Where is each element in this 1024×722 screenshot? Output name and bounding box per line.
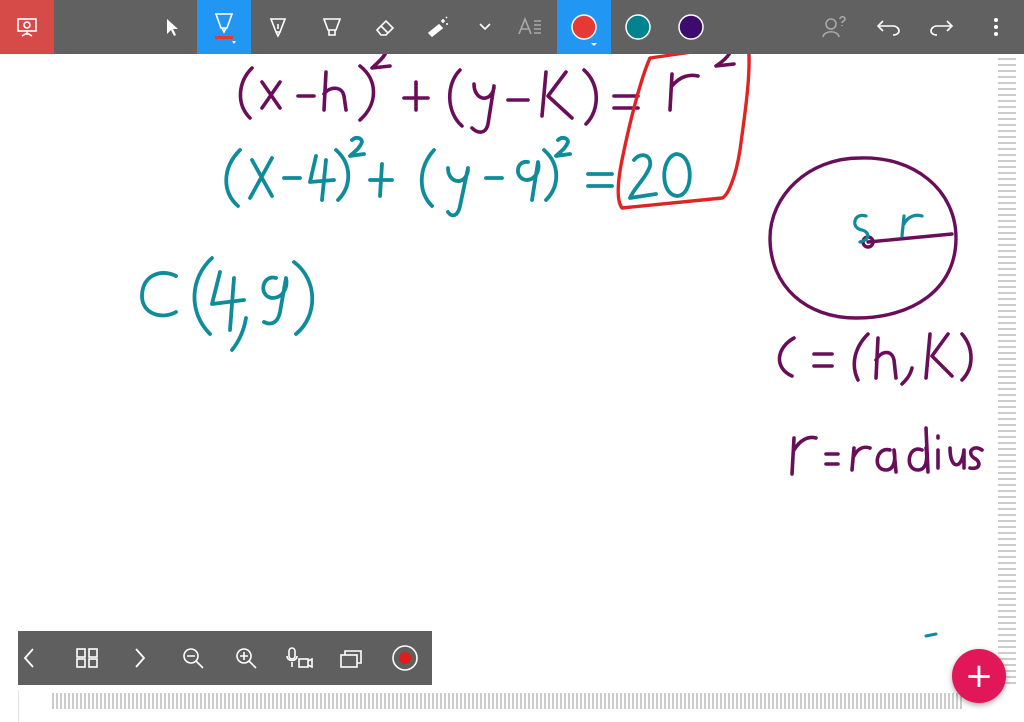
add-icon: + [964,656,994,696]
page-grid-icon [75,648,98,668]
color-red-icon [571,14,597,46]
more-vertical-icon [994,18,998,36]
ink-stray-mark [924,632,938,638]
color-red-swatch[interactable] [557,0,611,54]
audio-video-record-button[interactable] [272,631,325,685]
presenter-icon [17,18,37,37]
redo-icon [930,20,954,36]
text-icon [518,16,541,35]
record-button-icon [391,645,418,671]
bottom-page-bar [18,631,432,685]
laser-pointer-icon [427,16,448,38]
eraser-icon [375,19,395,36]
ink-circle-diagram [768,156,958,320]
undo-button[interactable] [866,0,910,54]
add-page-button[interactable]: + [952,649,1006,703]
text-tool-button[interactable] [510,0,550,54]
more-options-button[interactable] [978,0,1014,54]
copy-pages-icon [339,650,362,668]
next-page-icon [134,648,145,668]
top-toolbar [0,0,1024,54]
laser-pointer-tool-button[interactable] [418,0,458,54]
record-button[interactable] [378,631,431,685]
next-page-button[interactable] [113,631,166,685]
ink-radius-definition [790,426,984,476]
ink-center-point [140,256,315,352]
zoom-out-icon [182,648,204,669]
marker-tool-button[interactable] [312,0,352,54]
page-grid-button[interactable] [60,631,113,685]
previous-page-icon [23,648,34,668]
presenter-button[interactable] [0,0,54,54]
user-help-icon [822,15,846,38]
eraser-tool-button[interactable] [365,0,405,54]
user-help-button[interactable] [812,0,856,54]
zoom-in-icon [235,648,257,669]
fountain-pen-tool-button[interactable] [258,0,298,54]
ink-center-definition [777,332,973,386]
select-icon [167,19,178,36]
previous-page-button[interactable] [18,631,40,685]
color-purple-icon [678,14,704,40]
more-tools-button[interactable] [472,0,498,54]
chevron-down-icon [479,23,491,31]
color-teal-swatch[interactable] [616,0,660,54]
ink-layer [140,40,984,638]
color-purple-swatch[interactable] [669,0,713,54]
copy-pages-button[interactable] [325,631,378,685]
audio-video-record-icon [285,647,313,669]
color-teal-icon [625,14,651,40]
zoom-in-button[interactable] [219,631,272,685]
zoom-out-button[interactable] [166,631,219,685]
marker-icon [322,18,342,36]
redo-button[interactable] [920,0,964,54]
fountain-pen-icon [269,18,287,38]
highlighter-pen-icon [214,13,236,44]
undo-icon [876,20,900,36]
select-tool-button[interactable] [152,0,192,54]
highlighter-pen-tool-button[interactable] [197,0,251,54]
